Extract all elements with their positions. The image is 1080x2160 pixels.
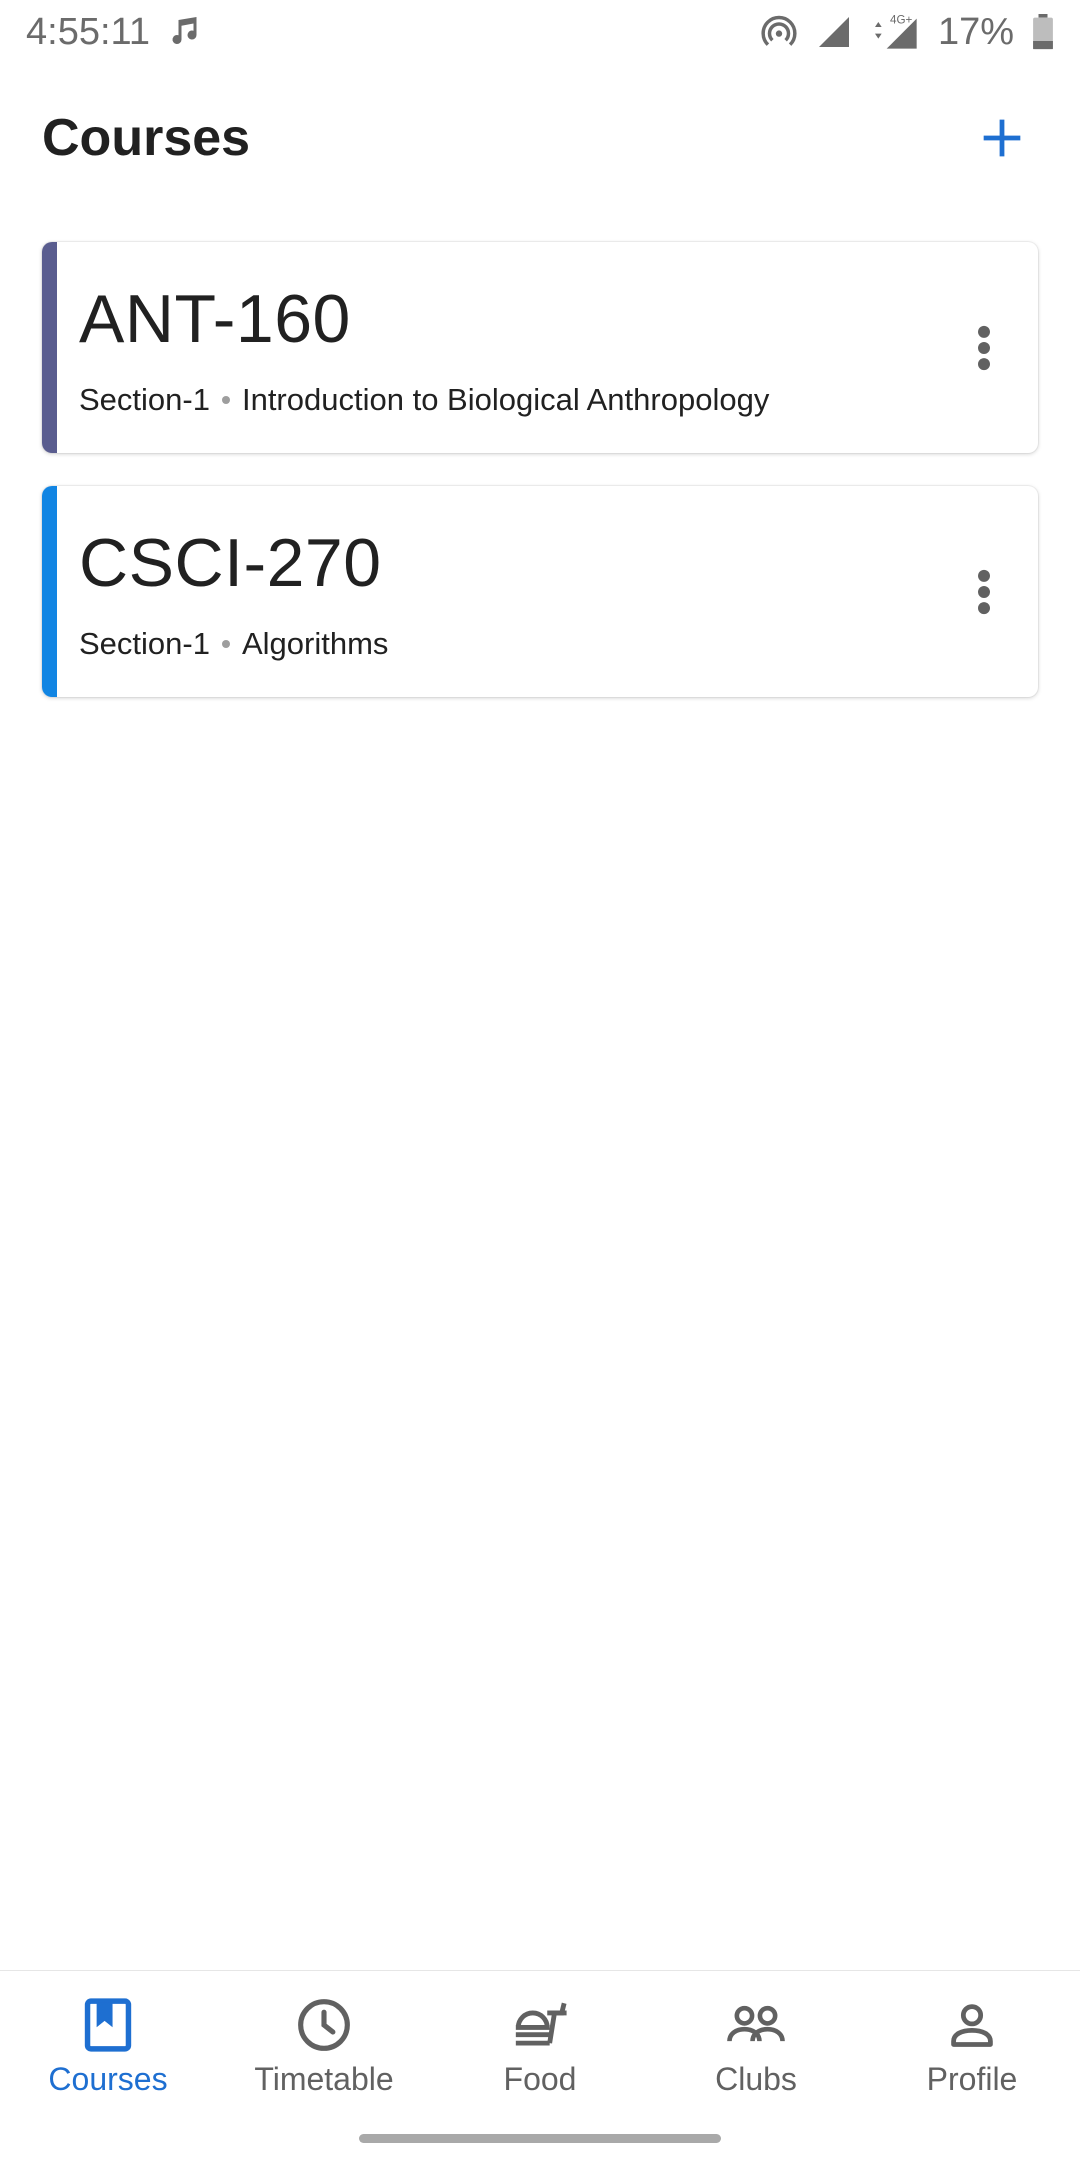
- nav-label: Profile: [926, 2061, 1018, 2097]
- more-vertical-icon: [978, 569, 990, 615]
- course-color-bar: [42, 242, 57, 453]
- course-meta: Section-1 Introduction to Biological Ant…: [79, 382, 769, 418]
- course-card[interactable]: CSCI-270 Section-1 Algorithms: [42, 486, 1038, 697]
- course-meta: Section-1 Algorithms: [79, 626, 388, 662]
- course-list: ANT-160 Section-1 Introduction to Biolog…: [42, 242, 1038, 730]
- battery-percent: 17%: [937, 10, 1014, 53]
- hotspot-icon: [760, 13, 798, 51]
- nav-item-timetable[interactable]: Timetable: [216, 1971, 432, 2120]
- group-icon: [726, 1995, 786, 2055]
- status-left: 4:55:11: [26, 11, 204, 54]
- battery-icon: [1032, 14, 1054, 50]
- courses-screen: 4:55:11 4G+ 17% Courses ANT-160 Section-…: [0, 0, 1080, 2160]
- nav-item-courses[interactable]: Courses: [0, 1971, 216, 2120]
- course-code: ANT-160: [79, 281, 351, 357]
- music-note-icon: [168, 14, 204, 50]
- more-vertical-icon: [978, 325, 990, 371]
- bookmark-book-icon: [78, 1995, 138, 2055]
- nav-item-profile[interactable]: Profile: [864, 1971, 1080, 2120]
- nav-item-food[interactable]: Food: [432, 1971, 648, 2120]
- course-options-button[interactable]: [960, 562, 1008, 622]
- course-options-button[interactable]: [960, 318, 1008, 378]
- plus-icon: [983, 119, 1021, 157]
- gesture-navigation-bar[interactable]: [359, 2134, 721, 2143]
- status-right: 4G+ 17%: [760, 11, 1054, 54]
- page-title: Courses: [42, 109, 251, 167]
- food-icon: [510, 1995, 570, 2055]
- status-time: 4:55:11: [26, 10, 150, 53]
- course-section: Section-1: [79, 626, 210, 661]
- separator-dot: [221, 396, 230, 404]
- nav-label: Clubs: [715, 2061, 797, 2097]
- nav-item-clubs[interactable]: Clubs: [648, 1971, 864, 2120]
- course-card[interactable]: ANT-160 Section-1 Introduction to Biolog…: [42, 242, 1038, 453]
- course-color-bar: [42, 486, 57, 697]
- add-course-button[interactable]: [966, 102, 1038, 174]
- person-icon: [942, 1995, 1002, 2055]
- signal-icon: [816, 14, 852, 50]
- network-label: 4G+: [890, 14, 913, 27]
- clock-icon: [294, 1995, 354, 2055]
- course-name: Algorithms: [241, 626, 389, 661]
- course-code: CSCI-270: [79, 525, 382, 601]
- lte-signal-icon: 4G+: [870, 12, 920, 52]
- course-name: Introduction to Biological Anthropology: [241, 382, 770, 417]
- page-header: Courses: [0, 96, 1080, 180]
- nav-label: Food: [503, 2061, 577, 2097]
- course-section: Section-1: [79, 382, 210, 417]
- nav-label: Courses: [48, 2061, 168, 2097]
- nav-label: Timetable: [254, 2061, 394, 2097]
- separator-dot: [221, 640, 230, 648]
- bottom-navigation: Courses Timetable Food Clubs Profile: [0, 1970, 1080, 2120]
- status-bar: 4:55:11 4G+ 17%: [0, 0, 1080, 64]
